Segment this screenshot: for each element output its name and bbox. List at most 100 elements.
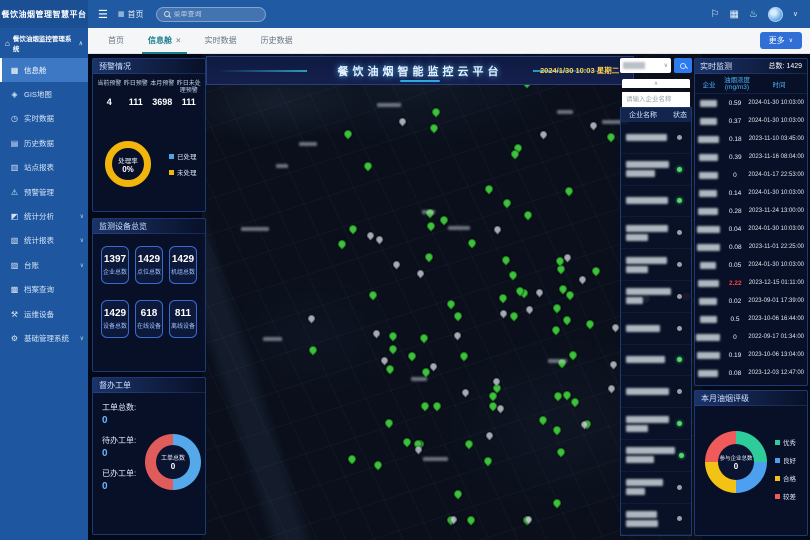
map-marker-green[interactable] (452, 489, 463, 500)
map-marker-gray[interactable] (372, 329, 382, 339)
map-marker-green[interactable] (497, 292, 508, 303)
map-marker-green[interactable] (307, 344, 318, 355)
map-marker-green[interactable] (384, 364, 395, 375)
theme-icon[interactable]: ⚐ (710, 9, 719, 20)
map-marker-green[interactable] (467, 237, 478, 248)
realtime-row[interactable]: 02022-09-17 01:34:00 (695, 328, 807, 346)
sidebar-item-realtime-data[interactable]: ◷实时数据 (0, 107, 88, 131)
menu-search-box[interactable] (156, 7, 266, 22)
map-marker-gray[interactable] (577, 274, 587, 284)
map-marker-green[interactable] (522, 210, 533, 221)
sidebar-item-site-report[interactable]: ▥站点报表 (0, 156, 88, 180)
enterprise-row[interactable] (621, 186, 691, 218)
device-stat-box[interactable]: 811离线设备 (169, 300, 197, 338)
user-avatar[interactable] (768, 7, 783, 22)
map-marker-gray[interactable] (493, 224, 503, 234)
enterprise-row[interactable] (621, 217, 691, 249)
sidebar-item-base-management[interactable]: ⚙基础管理系统∨ (0, 326, 88, 350)
map-marker-green[interactable] (432, 401, 443, 412)
map-marker-green[interactable] (336, 239, 347, 250)
map-marker-green[interactable] (556, 446, 567, 457)
enterprise-row[interactable] (621, 313, 691, 345)
sidebar-item-info-cabin[interactable]: ▦信息舱 (0, 58, 88, 82)
map-marker-green[interactable] (426, 221, 437, 232)
device-stat-box[interactable]: 618在线设备 (135, 300, 163, 338)
sidebar-system-header[interactable]: ⌂ 餐饮油烟监控管理系统 ∧ (0, 28, 88, 58)
device-stat-box[interactable]: 1429设备总数 (101, 300, 129, 338)
map-marker-green[interactable] (424, 252, 435, 263)
map-marker-green[interactable] (342, 129, 353, 140)
enterprise-row[interactable] (621, 345, 691, 377)
flame-icon[interactable]: ♨ (749, 9, 758, 20)
realtime-row[interactable]: 0.042024-01-30 10:03:00 (695, 220, 807, 238)
realtime-row[interactable]: 0.022023-09-01 17:39:00 (695, 292, 807, 310)
map-marker-gray[interactable] (416, 268, 426, 278)
hamburger-menu-icon[interactable]: ☰ (98, 8, 108, 21)
map-marker-green[interactable] (501, 197, 512, 208)
realtime-row[interactable]: 0.082023-11-01 22:25:00 (695, 238, 807, 256)
map-marker-gray[interactable] (499, 308, 509, 318)
map-marker-green[interactable] (383, 417, 394, 428)
map-marker-gray[interactable] (375, 235, 385, 245)
close-icon[interactable]: × (176, 36, 181, 45)
realtime-row[interactable]: 2.222023-12-15 01:11:00 (695, 274, 807, 292)
realtime-row[interactable]: 0.52023-10-06 16:44:00 (695, 310, 807, 328)
map-marker-green[interactable] (367, 289, 378, 300)
map-marker-green[interactable] (538, 414, 549, 425)
map-marker-gray[interactable] (608, 359, 618, 369)
realtime-row[interactable]: 0.392023-11-16 08:04:00 (695, 148, 807, 166)
map-marker-green[interactable] (464, 438, 475, 449)
sidebar-item-history-data[interactable]: ▤历史数据 (0, 131, 88, 155)
device-stat-box[interactable]: 1429机组总数 (169, 246, 197, 284)
map-marker-green[interactable] (563, 185, 574, 196)
more-button[interactable]: 更多∨ (760, 32, 802, 49)
sidebar-item-stat-report[interactable]: ▧统计报表∨ (0, 229, 88, 253)
realtime-row[interactable]: 02024-01-17 22:53:00 (695, 166, 807, 184)
map-marker-gray[interactable] (485, 430, 495, 440)
sidebar-item-maintenance-device[interactable]: ⚒运维设备 (0, 302, 88, 326)
map-marker-green[interactable] (458, 351, 469, 362)
map-marker-gray[interactable] (538, 129, 548, 139)
map-marker-green[interactable] (501, 254, 512, 265)
map-marker-gray[interactable] (610, 323, 620, 333)
map-marker-gray[interactable] (496, 404, 506, 414)
map-marker-green[interactable] (465, 514, 476, 525)
device-stat-box[interactable]: 1397企业总数 (101, 246, 129, 284)
home-nav-chip[interactable]: ▦ 首页 (118, 9, 144, 20)
map-marker-gray[interactable] (525, 305, 535, 315)
map-marker-gray[interactable] (306, 314, 316, 324)
map-marker-green[interactable] (401, 436, 412, 447)
map-marker-green[interactable] (508, 310, 519, 321)
tab-实时数据[interactable]: 实时数据 (193, 28, 249, 54)
map-marker-green[interactable] (561, 314, 572, 325)
device-stat-box[interactable]: 1429点位总数 (135, 246, 163, 284)
menu-search-input[interactable] (174, 11, 254, 18)
map-marker-gray[interactable] (392, 259, 402, 269)
map-marker-green[interactable] (552, 302, 563, 313)
area-select[interactable]: ∨ (620, 58, 671, 73)
map-marker-gray[interactable] (379, 355, 389, 365)
map-marker-gray[interactable] (535, 288, 545, 298)
enterprise-row[interactable] (621, 154, 691, 186)
map-marker-green[interactable] (446, 299, 457, 310)
map-marker-green[interactable] (388, 331, 399, 342)
map-marker-green[interactable] (591, 265, 602, 276)
realtime-row[interactable]: 0.372024-01-30 10:03:00 (695, 112, 807, 130)
map-marker-green[interactable] (419, 400, 430, 411)
map-marker-gray[interactable] (589, 120, 599, 130)
map-marker-green[interactable] (373, 459, 384, 470)
realtime-row[interactable]: 0.192023-10-06 13:04:00 (695, 346, 807, 364)
map-marker-gray[interactable] (460, 387, 470, 397)
sidebar-item-archive-query[interactable]: ▩档案查询 (0, 278, 88, 302)
realtime-row[interactable]: 0.282023-11-24 13:00:00 (695, 202, 807, 220)
map-marker-green[interactable] (362, 160, 373, 171)
map-marker-green[interactable] (388, 343, 399, 354)
enterprise-row[interactable] (621, 249, 691, 281)
map-marker-green[interactable] (347, 224, 358, 235)
sidebar-item-ledger[interactable]: ▨台账∨ (0, 253, 88, 277)
realtime-row[interactable]: 0.592024-01-30 10:03:00 (695, 94, 807, 112)
enterprise-row[interactable] (621, 376, 691, 408)
sidebar-item-gis-map[interactable]: ◈GIS地图 (0, 82, 88, 106)
map-marker-green[interactable] (507, 269, 518, 280)
map-marker-gray[interactable] (607, 384, 617, 394)
